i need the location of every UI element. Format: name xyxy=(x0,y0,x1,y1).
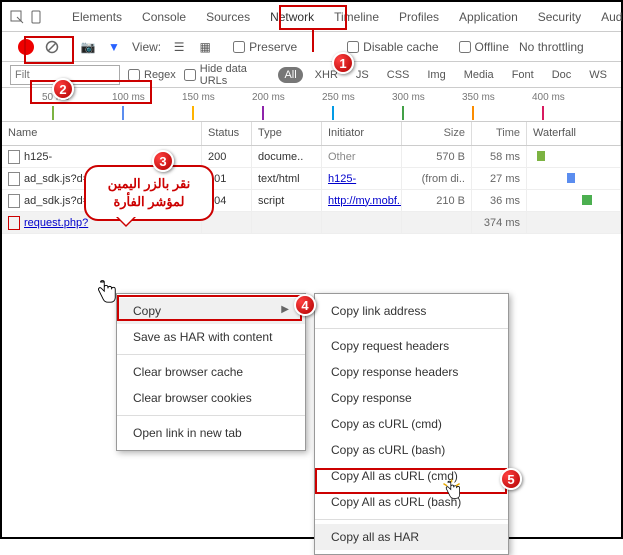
tab-elements[interactable]: Elements xyxy=(62,3,132,31)
view-frame-icon[interactable]: ▦ xyxy=(197,39,213,55)
col-name[interactable]: Name xyxy=(2,122,202,145)
menu-clear-cache[interactable]: Clear browser cache xyxy=(117,359,305,385)
camera-icon[interactable]: 📷 xyxy=(80,39,96,55)
throttle-select[interactable]: No throttling xyxy=(519,40,584,54)
filter-type-doc[interactable]: Doc xyxy=(546,67,578,83)
tab-console[interactable]: Console xyxy=(132,3,196,31)
submenu-curl-cmd[interactable]: Copy as cURL (cmd) xyxy=(315,411,508,437)
menu-copy[interactable]: Copy▶ xyxy=(117,298,305,324)
hide-data-urls-checkbox[interactable]: Hide data URLs xyxy=(184,63,271,87)
filter-icon[interactable]: ▼ xyxy=(106,39,122,55)
filter-type-media[interactable]: Media xyxy=(458,67,500,83)
filter-type-img[interactable]: Img xyxy=(421,67,451,83)
tab-security[interactable]: Security xyxy=(528,3,591,31)
copy-submenu: Copy link address Copy request headers C… xyxy=(314,293,509,555)
preserve-log-checkbox[interactable]: Preserve xyxy=(233,40,297,54)
ruler-tick: 200 ms xyxy=(252,92,285,103)
view-list-icon[interactable]: ☰ xyxy=(171,39,187,55)
submenu-all-har[interactable]: Copy all as HAR xyxy=(315,524,508,550)
ruler-tick: 250 ms xyxy=(322,92,355,103)
view-label: View: xyxy=(132,40,161,54)
ruler-tick: 300 ms xyxy=(392,92,425,103)
filter-type-font[interactable]: Font xyxy=(506,67,540,83)
annotation-line xyxy=(312,30,314,52)
col-status[interactable]: Status xyxy=(202,122,252,145)
context-menu: Copy▶ Save as HAR with content Clear bro… xyxy=(116,293,306,451)
table-header: Name Status Type Initiator Size Time Wat… xyxy=(2,122,621,146)
submenu-all-curl-cmd[interactable]: Copy All as cURL (cmd) xyxy=(315,463,508,489)
tab-timeline[interactable]: Timeline xyxy=(324,3,389,31)
badge-2: 2 xyxy=(52,78,74,100)
filter-type-css[interactable]: CSS xyxy=(381,67,416,83)
annotation-bubble: نقر بالزر اليمين لمؤشر الفأرة xyxy=(84,165,214,221)
filter-type-js[interactable]: JS xyxy=(350,67,375,83)
tab-aud[interactable]: Aud xyxy=(591,3,623,31)
disable-cache-checkbox[interactable]: Disable cache xyxy=(347,40,438,54)
badge-3: 3 xyxy=(152,150,174,172)
ruler-tick: 350 ms xyxy=(462,92,495,103)
badge-5: 5 xyxy=(500,468,522,490)
filter-bar: Regex Hide data URLs AllXHRJSCSSImgMedia… xyxy=(2,62,621,88)
ruler-tick: 150 ms xyxy=(182,92,215,103)
filter-type-ws[interactable]: WS xyxy=(583,67,613,83)
cursor-hand-icon xyxy=(96,280,118,306)
ruler-tick: 100 ms xyxy=(112,92,145,103)
timeline-ruler: 50 ms100 ms150 ms200 ms250 ms300 ms350 m… xyxy=(2,88,621,122)
menu-clear-cookies[interactable]: Clear browser cookies xyxy=(117,385,305,411)
menu-save-har[interactable]: Save as HAR with content xyxy=(117,324,305,350)
record-button[interactable] xyxy=(18,39,34,55)
offline-checkbox[interactable]: Offline xyxy=(459,40,509,54)
col-type[interactable]: Type xyxy=(252,122,322,145)
submenu-resp-headers[interactable]: Copy response headers xyxy=(315,359,508,385)
chevron-right-icon: ▶ xyxy=(281,304,289,315)
submenu-req-headers[interactable]: Copy request headers xyxy=(315,333,508,359)
inspect-icon[interactable] xyxy=(10,7,24,27)
badge-1: 1 xyxy=(332,52,354,74)
ruler-tick: 400 ms xyxy=(532,92,565,103)
submenu-all-curl-bash[interactable]: Copy All as cURL (bash) xyxy=(315,489,508,515)
tab-profiles[interactable]: Profiles xyxy=(389,3,449,31)
submenu-curl-bash[interactable]: Copy as cURL (bash) xyxy=(315,437,508,463)
col-time[interactable]: Time xyxy=(472,122,527,145)
device-icon[interactable] xyxy=(30,7,44,27)
col-initiator[interactable]: Initiator xyxy=(322,122,402,145)
top-tabbar: ElementsConsoleSourcesNetworkTimelinePro… xyxy=(2,2,621,32)
col-size[interactable]: Size xyxy=(402,122,472,145)
badge-4: 4 xyxy=(294,294,316,316)
tab-network[interactable]: Network xyxy=(260,3,324,31)
tab-sources[interactable]: Sources xyxy=(196,3,260,31)
tab-application[interactable]: Application xyxy=(449,3,528,31)
filter-type-all[interactable]: All xyxy=(278,67,302,83)
regex-checkbox[interactable]: Regex xyxy=(128,69,176,81)
clear-icon[interactable] xyxy=(44,39,60,55)
submenu-response[interactable]: Copy response xyxy=(315,385,508,411)
menu-open-new-tab[interactable]: Open link in new tab xyxy=(117,420,305,446)
submenu-link-address[interactable]: Copy link address xyxy=(315,298,508,324)
col-waterfall[interactable]: Waterfall xyxy=(527,122,621,145)
